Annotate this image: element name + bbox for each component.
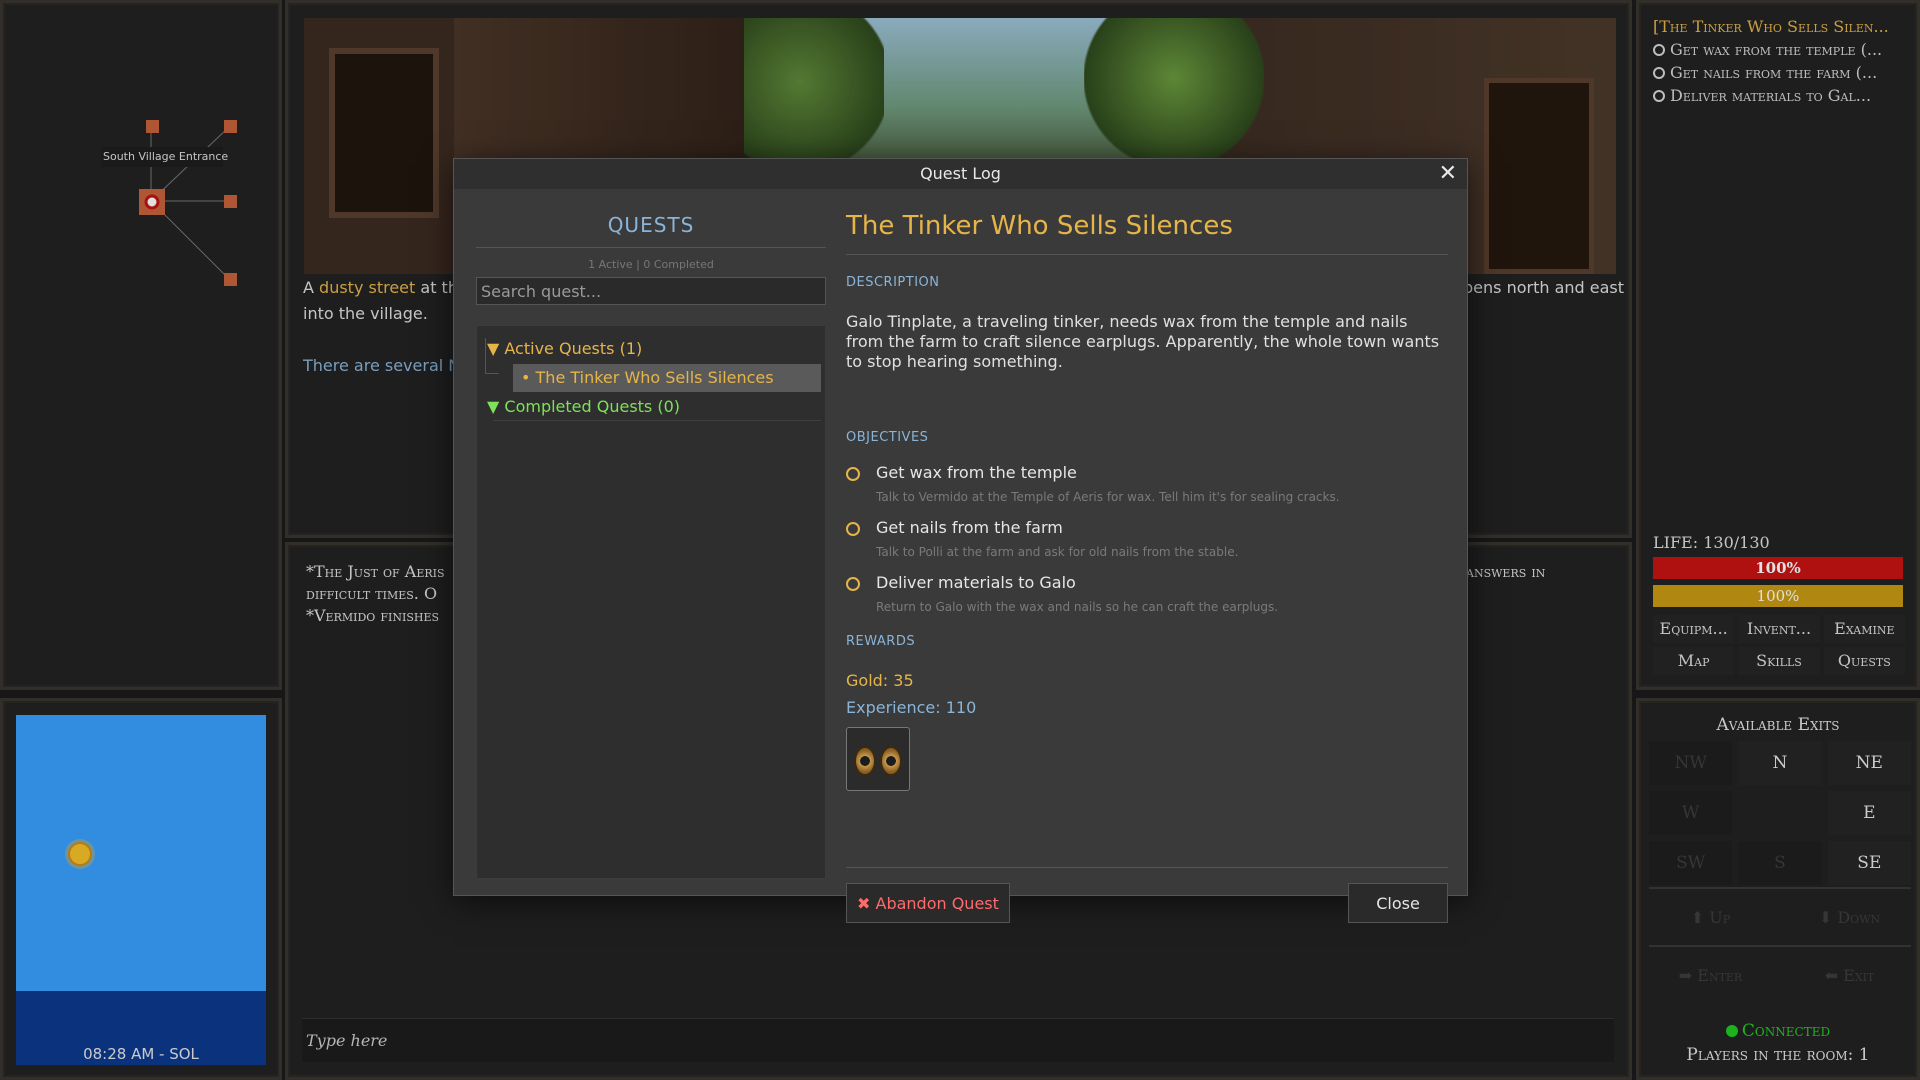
objective-circle-icon <box>846 577 860 591</box>
modal-title: Quest Log <box>920 164 1001 183</box>
objective-item: Deliver materials to Galo Return to Galo… <box>846 573 1448 614</box>
objective-hint: Talk to Polli at the farm and ask for ol… <box>876 545 1239 559</box>
earplugs-item-icon[interactable] <box>846 727 910 791</box>
quest-list-item[interactable]: • The Tinker Who Sells Silences <box>513 364 821 392</box>
description-label: DESCRIPTION <box>846 275 940 290</box>
objective-title: Deliver materials to Galo <box>876 573 1076 592</box>
active-quests-group[interactable]: ▼ Active Quests (1) <box>487 336 825 362</box>
objectives-label: OBJECTIVES <box>846 430 929 445</box>
abandon-quest-button[interactable]: ✖ Abandon Quest <box>846 883 1010 923</box>
search-input[interactable] <box>476 277 826 305</box>
tree-guide <box>485 338 499 374</box>
quests-heading: QUESTS <box>607 213 695 237</box>
objective-hint: Return to Galo with the wax and nails so… <box>876 600 1279 614</box>
objective-hint: Talk to Vermido at the Temple of Aeris f… <box>876 490 1340 504</box>
rewards-label: REWARDS <box>846 634 916 649</box>
objective-item: Get nails from the farm Talk to Polli at… <box>846 518 1448 559</box>
quests-rule <box>476 247 826 248</box>
close-button[interactable]: Close <box>1348 883 1448 923</box>
tree-rule <box>493 420 821 421</box>
quest-list-pane: QUESTS 1 Active | 0 Completed ▼ Active Q… <box>476 203 826 879</box>
objective-item: Get wax from the temple Talk to Vermido … <box>846 463 1448 504</box>
quest-description: Galo Tinplate, a traveling tinker, needs… <box>846 312 1440 371</box>
objective-title: Get wax from the temple <box>876 463 1077 482</box>
objective-circle-icon <box>846 467 860 481</box>
reward-experience: Experience: 110 <box>846 698 977 717</box>
completed-quests-group[interactable]: ▼ Completed Quests (0) <box>487 394 825 420</box>
reward-gold: Gold: 35 <box>846 671 914 690</box>
objective-circle-icon <box>846 522 860 536</box>
objective-title: Get nails from the farm <box>876 518 1063 537</box>
close-icon[interactable]: ✕ <box>1439 159 1457 189</box>
quest-title: The Tinker Who Sells Silences <box>846 203 1448 255</box>
detail-rule <box>846 867 1448 868</box>
quests-count: 1 Active | 0 Completed <box>588 258 714 271</box>
quest-detail-pane: The Tinker Who Sells Silences DESCRIPTIO… <box>846 203 1448 923</box>
quest-tree: ▼ Active Quests (1) • The Tinker Who Sel… <box>476 325 826 879</box>
quest-log-modal: Quest Log ✕ QUESTS 1 Active | 0 Complete… <box>453 158 1468 923</box>
modal-header: Quest Log ✕ <box>454 159 1467 189</box>
